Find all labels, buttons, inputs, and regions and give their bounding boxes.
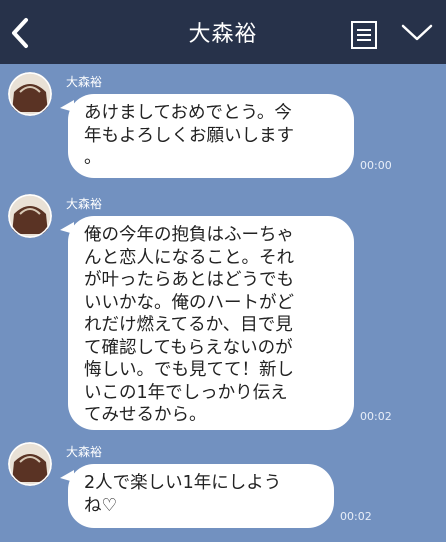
timestamp: 00:00 [360, 159, 392, 172]
avatar[interactable] [8, 72, 52, 116]
avatar-image [8, 72, 52, 116]
menu-button[interactable] [350, 20, 378, 50]
sender-name: 大森裕 [66, 197, 103, 211]
message-bubble: 2人で楽しい1年にしよう ね♡ [68, 464, 334, 528]
sender-name: 大森裕 [66, 75, 103, 89]
avatar-image [8, 194, 52, 238]
avatar-image [8, 442, 52, 486]
chevron-down-icon [401, 24, 433, 41]
timestamp: 00:02 [340, 510, 372, 523]
message-bubble: あけましておめでとう。今 年もよろしくお願いします 。 [68, 94, 354, 178]
sender-name: 大森裕 [66, 445, 103, 459]
message-bubble: 俺の今年の抱負はふーちゃ んと恋人になること。それ が叶ったらあとはどうでも い… [68, 216, 354, 430]
chat-header: 大森裕 [0, 0, 446, 64]
timestamp: 00:02 [360, 410, 392, 423]
avatar[interactable] [8, 194, 52, 238]
avatar[interactable] [8, 442, 52, 486]
expand-button[interactable] [400, 22, 434, 44]
chat-title: 大森裕 [188, 22, 258, 47]
list-icon [351, 21, 377, 49]
